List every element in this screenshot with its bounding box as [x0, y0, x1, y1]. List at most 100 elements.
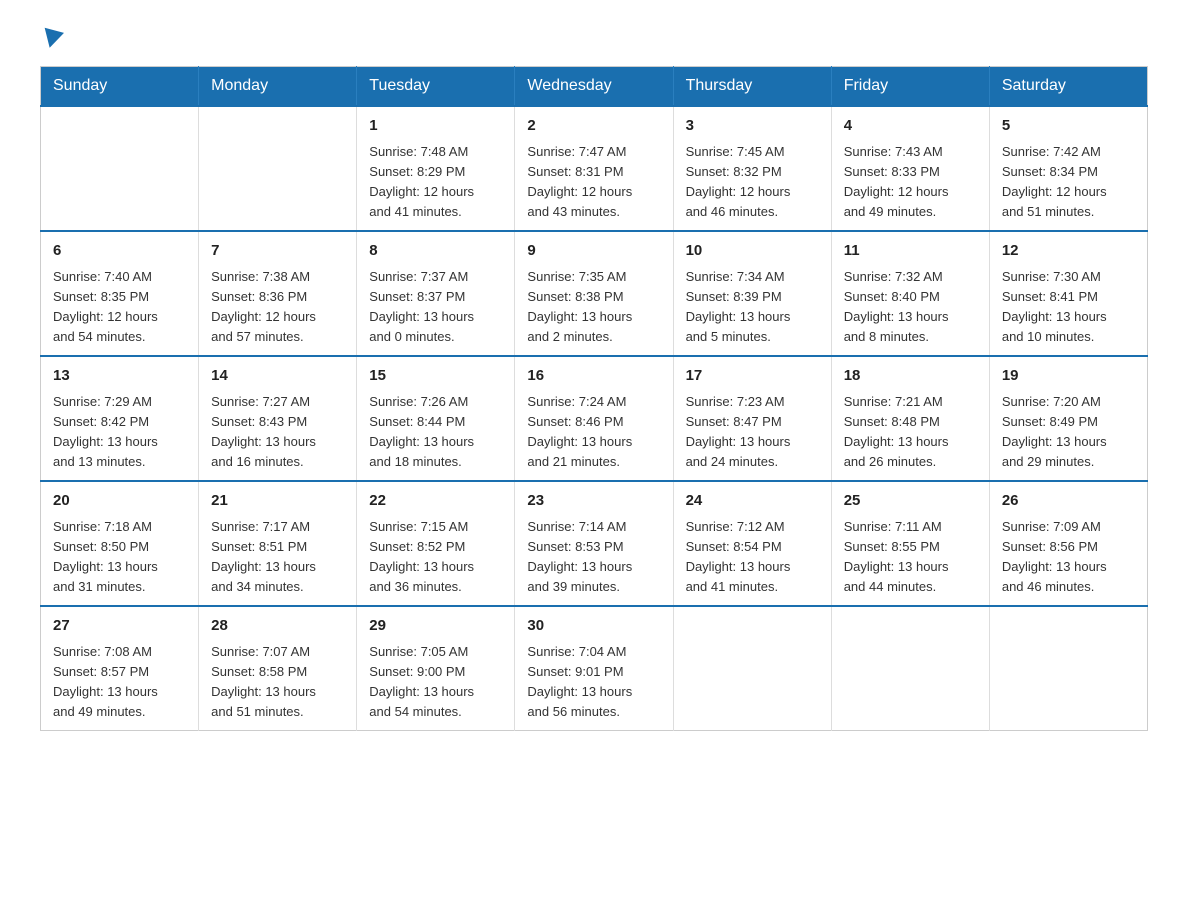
day-number: 25 [844, 490, 977, 513]
day-number: 26 [1002, 490, 1135, 513]
calendar-cell: 30 Sunrise: 7:04 AM Sunset: 9:01 PM Dayli… [515, 606, 673, 731]
day-number: 14 [211, 365, 344, 388]
day-info: Sunrise: 7:24 AM Sunset: 8:46 PM Dayligh… [527, 392, 660, 473]
day-header-thursday: Thursday [673, 67, 831, 107]
calendar-cell: 2 Sunrise: 7:47 AM Sunset: 8:31 PM Daylig… [515, 106, 673, 231]
day-info: Sunrise: 7:48 AM Sunset: 8:29 PM Dayligh… [369, 142, 502, 223]
calendar-cell: 21Sunrise: 7:17 AM Sunset: 8:51 PM Dayli… [199, 481, 357, 606]
day-number: 24 [686, 490, 819, 513]
day-number: 19 [1002, 365, 1135, 388]
calendar-cell: 12 Sunrise: 7:30 AM Sunset: 8:41 PM Dayli… [989, 231, 1147, 356]
calendar-cell: 7 Sunrise: 7:38 AM Sunset: 8:36 PM Daylig… [199, 231, 357, 356]
calendar-header: SundayMondayTuesdayWednesdayThursdayFrid… [41, 67, 1148, 107]
day-info: Sunrise: 7:20 AM Sunset: 8:49 PM Dayligh… [1002, 392, 1135, 473]
day-number: 29 [369, 615, 502, 638]
day-headers-row: SundayMondayTuesdayWednesdayThursdayFrid… [41, 67, 1148, 107]
calendar-cell: 15Sunrise: 7:26 AM Sunset: 8:44 PM Dayli… [357, 356, 515, 481]
day-info: Sunrise: 7:05 AM Sunset: 9:00 PM Dayligh… [369, 642, 502, 723]
calendar-cell: 18 Sunrise: 7:21 AM Sunset: 8:48 PM Dayli… [831, 356, 989, 481]
day-info: Sunrise: 7:04 AM Sunset: 9:01 PM Dayligh… [527, 642, 660, 723]
calendar-week-row: 20Sunrise: 7:18 AM Sunset: 8:50 PM Dayli… [41, 481, 1148, 606]
day-number: 23 [527, 490, 660, 513]
calendar-cell [41, 106, 199, 231]
calendar-week-row: 6Sunrise: 7:40 AM Sunset: 8:35 PM Daylig… [41, 231, 1148, 356]
day-number: 5 [1002, 115, 1135, 138]
calendar-cell: 19 Sunrise: 7:20 AM Sunset: 8:49 PM Dayli… [989, 356, 1147, 481]
calendar-cell [673, 606, 831, 731]
calendar-body: 1 Sunrise: 7:48 AM Sunset: 8:29 PM Daylig… [41, 106, 1148, 731]
calendar-cell: 1 Sunrise: 7:48 AM Sunset: 8:29 PM Daylig… [357, 106, 515, 231]
day-number: 27 [53, 615, 186, 638]
day-number: 6 [53, 240, 186, 263]
day-header-tuesday: Tuesday [357, 67, 515, 107]
calendar-cell: 14 Sunrise: 7:27 AM Sunset: 8:43 PM Dayli… [199, 356, 357, 481]
day-info: Sunrise: 7:21 AM Sunset: 8:48 PM Dayligh… [844, 392, 977, 473]
calendar-cell: 6Sunrise: 7:40 AM Sunset: 8:35 PM Daylig… [41, 231, 199, 356]
day-number: 8 [369, 240, 502, 263]
day-number: 20 [53, 490, 186, 513]
calendar-cell: 29 Sunrise: 7:05 AM Sunset: 9:00 PM Dayli… [357, 606, 515, 731]
day-number: 12 [1002, 240, 1135, 263]
calendar-cell: 13 Sunrise: 7:29 AM Sunset: 8:42 PM Dayli… [41, 356, 199, 481]
day-info: Sunrise: 7:43 AM Sunset: 8:33 PM Dayligh… [844, 142, 977, 223]
day-info: Sunrise: 7:32 AM Sunset: 8:40 PM Dayligh… [844, 267, 977, 348]
day-number: 30 [527, 615, 660, 638]
calendar-cell: 26 Sunrise: 7:09 AM Sunset: 8:56 PM Dayli… [989, 481, 1147, 606]
calendar-cell: 17 Sunrise: 7:23 AM Sunset: 8:47 PM Dayli… [673, 356, 831, 481]
calendar-cell: 8Sunrise: 7:37 AM Sunset: 8:37 PM Daylig… [357, 231, 515, 356]
calendar-cell: 28 Sunrise: 7:07 AM Sunset: 8:58 PM Dayli… [199, 606, 357, 731]
day-info: Sunrise: 7:30 AM Sunset: 8:41 PM Dayligh… [1002, 267, 1135, 348]
calendar-cell: 11 Sunrise: 7:32 AM Sunset: 8:40 PM Dayli… [831, 231, 989, 356]
day-header-wednesday: Wednesday [515, 67, 673, 107]
day-info: Sunrise: 7:38 AM Sunset: 8:36 PM Dayligh… [211, 267, 344, 348]
logo-triangle-icon [40, 28, 64, 51]
logo [40, 30, 62, 46]
day-info: Sunrise: 7:23 AM Sunset: 8:47 PM Dayligh… [686, 392, 819, 473]
calendar-cell: 10 Sunrise: 7:34 AM Sunset: 8:39 PM Dayli… [673, 231, 831, 356]
calendar-cell [989, 606, 1147, 731]
day-info: Sunrise: 7:42 AM Sunset: 8:34 PM Dayligh… [1002, 142, 1135, 223]
calendar-cell: 23 Sunrise: 7:14 AM Sunset: 8:53 PM Dayli… [515, 481, 673, 606]
day-number: 7 [211, 240, 344, 263]
day-info: Sunrise: 7:17 AM Sunset: 8:51 PM Dayligh… [211, 517, 344, 598]
day-number: 17 [686, 365, 819, 388]
day-header-sunday: Sunday [41, 67, 199, 107]
day-info: Sunrise: 7:15 AM Sunset: 8:52 PM Dayligh… [369, 517, 502, 598]
calendar-cell: 5 Sunrise: 7:42 AM Sunset: 8:34 PM Daylig… [989, 106, 1147, 231]
day-info: Sunrise: 7:08 AM Sunset: 8:57 PM Dayligh… [53, 642, 186, 723]
day-number: 1 [369, 115, 502, 138]
day-number: 11 [844, 240, 977, 263]
day-info: Sunrise: 7:07 AM Sunset: 8:58 PM Dayligh… [211, 642, 344, 723]
day-number: 10 [686, 240, 819, 263]
day-info: Sunrise: 7:14 AM Sunset: 8:53 PM Dayligh… [527, 517, 660, 598]
day-info: Sunrise: 7:34 AM Sunset: 8:39 PM Dayligh… [686, 267, 819, 348]
calendar-cell: 20Sunrise: 7:18 AM Sunset: 8:50 PM Dayli… [41, 481, 199, 606]
calendar-cell: 4 Sunrise: 7:43 AM Sunset: 8:33 PM Daylig… [831, 106, 989, 231]
calendar-week-row: 27 Sunrise: 7:08 AM Sunset: 8:57 PM Dayli… [41, 606, 1148, 731]
calendar-cell: 27 Sunrise: 7:08 AM Sunset: 8:57 PM Dayli… [41, 606, 199, 731]
day-info: Sunrise: 7:12 AM Sunset: 8:54 PM Dayligh… [686, 517, 819, 598]
calendar-cell: 22Sunrise: 7:15 AM Sunset: 8:52 PM Dayli… [357, 481, 515, 606]
day-number: 13 [53, 365, 186, 388]
day-info: Sunrise: 7:11 AM Sunset: 8:55 PM Dayligh… [844, 517, 977, 598]
day-header-friday: Friday [831, 67, 989, 107]
day-number: 2 [527, 115, 660, 138]
calendar-cell: 16 Sunrise: 7:24 AM Sunset: 8:46 PM Dayli… [515, 356, 673, 481]
day-header-monday: Monday [199, 67, 357, 107]
calendar-cell [831, 606, 989, 731]
day-info: Sunrise: 7:35 AM Sunset: 8:38 PM Dayligh… [527, 267, 660, 348]
day-info: Sunrise: 7:47 AM Sunset: 8:31 PM Dayligh… [527, 142, 660, 223]
day-info: Sunrise: 7:27 AM Sunset: 8:43 PM Dayligh… [211, 392, 344, 473]
day-number: 4 [844, 115, 977, 138]
calendar-cell: 24 Sunrise: 7:12 AM Sunset: 8:54 PM Dayli… [673, 481, 831, 606]
day-number: 28 [211, 615, 344, 638]
day-number: 16 [527, 365, 660, 388]
day-info: Sunrise: 7:29 AM Sunset: 8:42 PM Dayligh… [53, 392, 186, 473]
day-header-saturday: Saturday [989, 67, 1147, 107]
page-header [40, 30, 1148, 46]
day-number: 18 [844, 365, 977, 388]
calendar-cell: 9 Sunrise: 7:35 AM Sunset: 8:38 PM Daylig… [515, 231, 673, 356]
day-info: Sunrise: 7:09 AM Sunset: 8:56 PM Dayligh… [1002, 517, 1135, 598]
day-number: 9 [527, 240, 660, 263]
calendar-week-row: 1 Sunrise: 7:48 AM Sunset: 8:29 PM Daylig… [41, 106, 1148, 231]
